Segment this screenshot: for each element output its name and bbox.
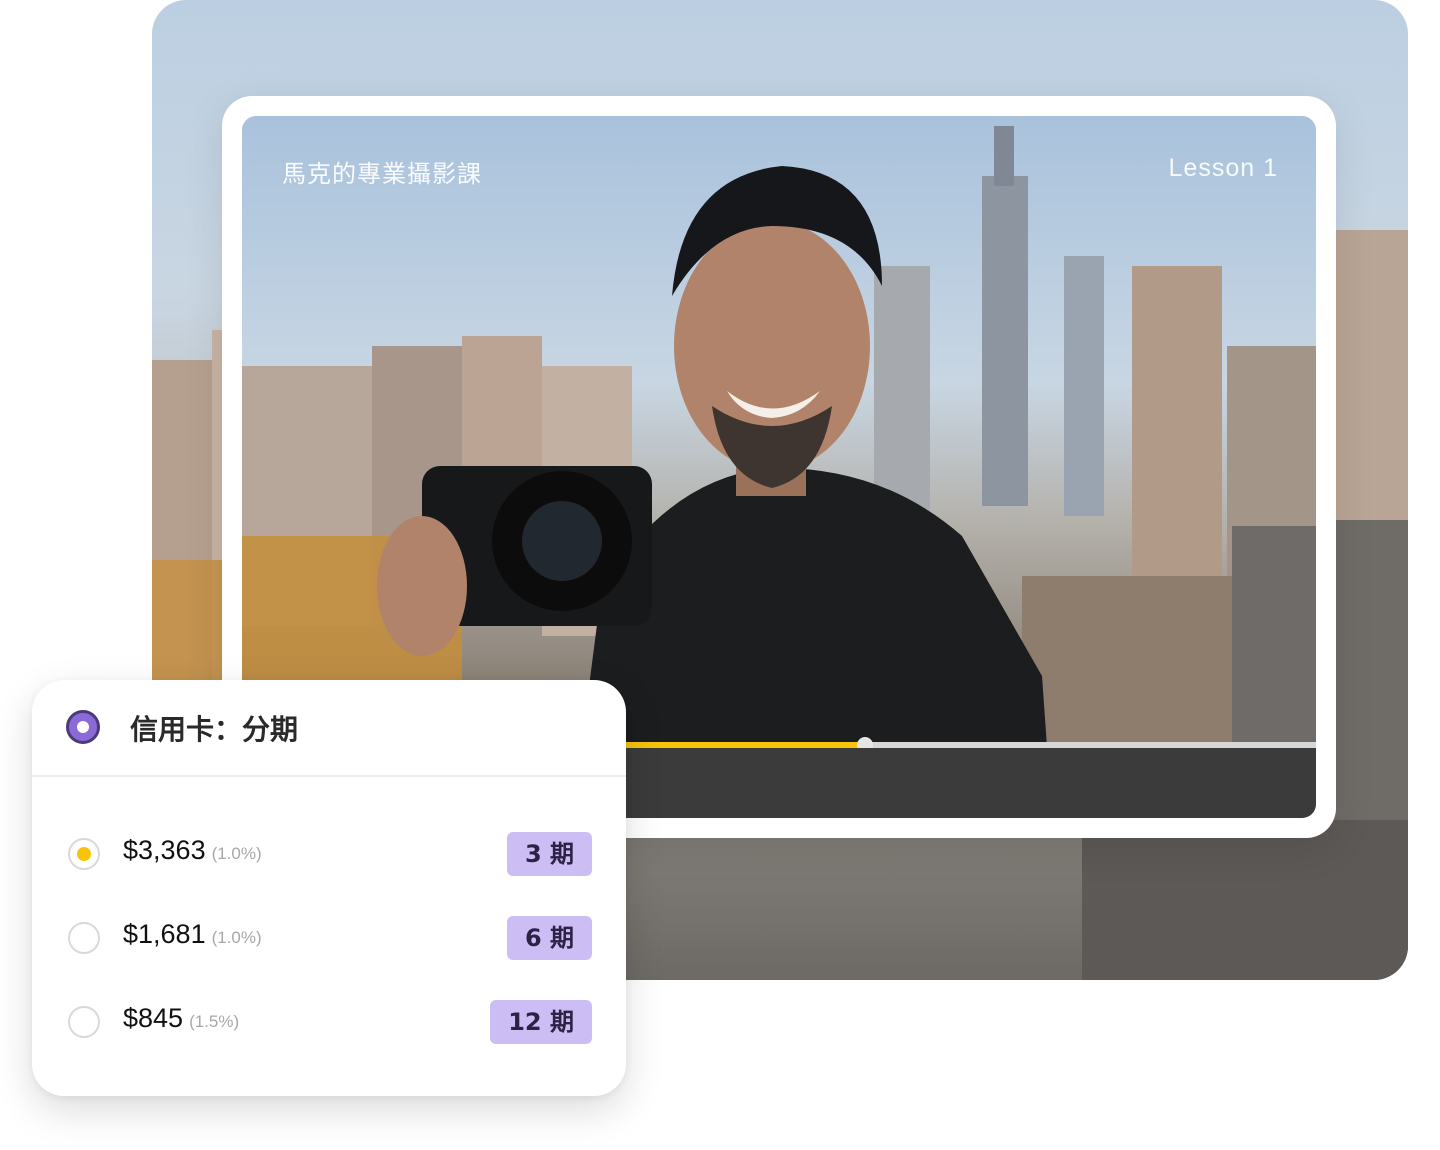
payment-method-label: 信用卡：分期 bbox=[130, 713, 299, 746]
installment-radio[interactable] bbox=[68, 1006, 100, 1038]
lesson-label: Lesson 1 bbox=[1168, 154, 1278, 182]
interest-rate: (1.5%) bbox=[189, 1012, 240, 1031]
amount-value: $845 bbox=[123, 1003, 184, 1033]
installment-payment-card: 信用卡：分期 $3,363 (1.0%) 3 期 $1,681 (1.0%) 6 期… bbox=[32, 680, 626, 1096]
payment-method-radio[interactable] bbox=[66, 710, 100, 744]
installment-amount: $1,681 (1.0%) bbox=[123, 919, 262, 950]
installment-term-badge: 6 期 bbox=[506, 916, 592, 960]
installment-term-badge: 3 期 bbox=[506, 832, 592, 876]
installment-option-6[interactable]: $1,681 (1.0%) 6 期 bbox=[32, 908, 626, 968]
installment-option-12[interactable]: $845 (1.5%) 12 期 bbox=[32, 992, 626, 1052]
installment-term-badge: 12 期 bbox=[490, 1000, 592, 1044]
interest-rate: (1.0%) bbox=[211, 928, 262, 947]
installment-radio[interactable] bbox=[68, 838, 100, 870]
amount-value: $3,363 bbox=[123, 835, 206, 865]
installment-radio[interactable] bbox=[68, 922, 100, 954]
course-title: 馬克的專業攝影課 bbox=[282, 160, 482, 188]
installment-amount: $3,363 (1.0%) bbox=[123, 835, 262, 866]
payment-method-header[interactable]: 信用卡：分期 bbox=[32, 680, 626, 777]
installment-option-3[interactable]: $3,363 (1.0%) 3 期 bbox=[32, 824, 626, 884]
installment-amount: $845 (1.5%) bbox=[123, 1003, 239, 1034]
interest-rate: (1.0%) bbox=[211, 844, 262, 863]
amount-value: $1,681 bbox=[123, 919, 206, 949]
